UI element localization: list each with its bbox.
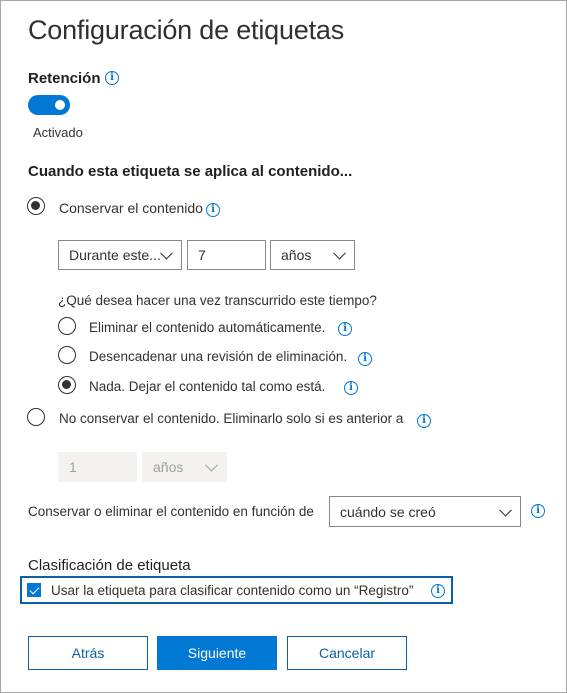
retention-toggle[interactable] — [28, 95, 70, 115]
toggle-state-label: Activado — [33, 125, 83, 140]
classification-heading: Clasificación de etiqueta — [28, 557, 191, 574]
chevron-down-icon — [499, 503, 512, 517]
based-on-select[interactable]: cuándo se creó — [329, 496, 521, 527]
page-title: Configuración de etiquetas — [28, 15, 345, 45]
record-checkbox[interactable] — [27, 583, 41, 597]
based-on-label: Conservar o eliminar el contenido en fun… — [28, 504, 314, 519]
info-icon[interactable]: i — [338, 322, 352, 336]
after-option-radio-delete[interactable] — [58, 317, 76, 335]
chevron-down-icon — [160, 246, 173, 260]
after-option-label: Nada. Dejar el contenido tal como está. — [89, 379, 326, 394]
period-value-input[interactable]: 7 — [187, 240, 266, 270]
retention-label: Retención — [28, 70, 101, 87]
record-checkbox-row[interactable]: Usar la etiqueta para clasificar conteni… — [20, 576, 453, 604]
record-checkbox-label: Usar la etiqueta para clasificar conteni… — [51, 583, 414, 598]
delete-unit-select[interactable]: años — [142, 452, 227, 482]
period-select-value: Durante este... — [69, 247, 161, 263]
cancel-button[interactable]: Cancelar — [287, 636, 407, 670]
after-question: ¿Qué desea hacer una vez transcurrido es… — [58, 293, 377, 308]
based-on-value: cuándo se creó — [340, 503, 436, 520]
dialog-panel: Configuración de etiquetas Retención i A… — [0, 0, 567, 693]
chevron-down-icon — [205, 458, 218, 472]
info-icon[interactable]: i — [206, 203, 220, 217]
delete-value: 1 — [69, 459, 77, 475]
info-icon[interactable]: i — [105, 71, 119, 85]
info-icon[interactable]: i — [431, 584, 445, 598]
next-button[interactable]: Siguiente — [157, 636, 277, 670]
delete-unit-value: años — [153, 459, 184, 475]
apply-heading: Cuando esta etiqueta se aplica al conten… — [28, 163, 353, 180]
delete-value-input[interactable]: 1 — [58, 452, 137, 482]
unit-select[interactable]: años — [270, 240, 355, 270]
after-option-radio-review[interactable] — [58, 346, 76, 364]
after-option-label: Desencadenar una revisión de eliminación… — [89, 349, 348, 364]
unit-select-value: años — [281, 247, 312, 263]
toggle-knob — [55, 100, 65, 110]
info-icon[interactable]: i — [531, 504, 545, 518]
after-option-radio-nothing[interactable] — [58, 376, 76, 394]
delete-only-radio[interactable] — [27, 408, 45, 426]
keep-content-label: Conservar el contenido — [59, 200, 203, 216]
delete-only-label: No conservar el contenido. Eliminarlo so… — [59, 411, 404, 426]
period-select[interactable]: Durante este... — [58, 240, 182, 270]
info-icon[interactable]: i — [417, 414, 431, 428]
back-button[interactable]: Atrás — [28, 636, 148, 670]
info-icon[interactable]: i — [344, 381, 358, 395]
after-option-label: Eliminar el contenido automáticamente. — [89, 320, 326, 335]
chevron-down-icon — [333, 246, 346, 260]
info-icon[interactable]: i — [358, 352, 372, 366]
keep-content-radio[interactable] — [27, 197, 45, 215]
period-value: 7 — [198, 247, 206, 263]
